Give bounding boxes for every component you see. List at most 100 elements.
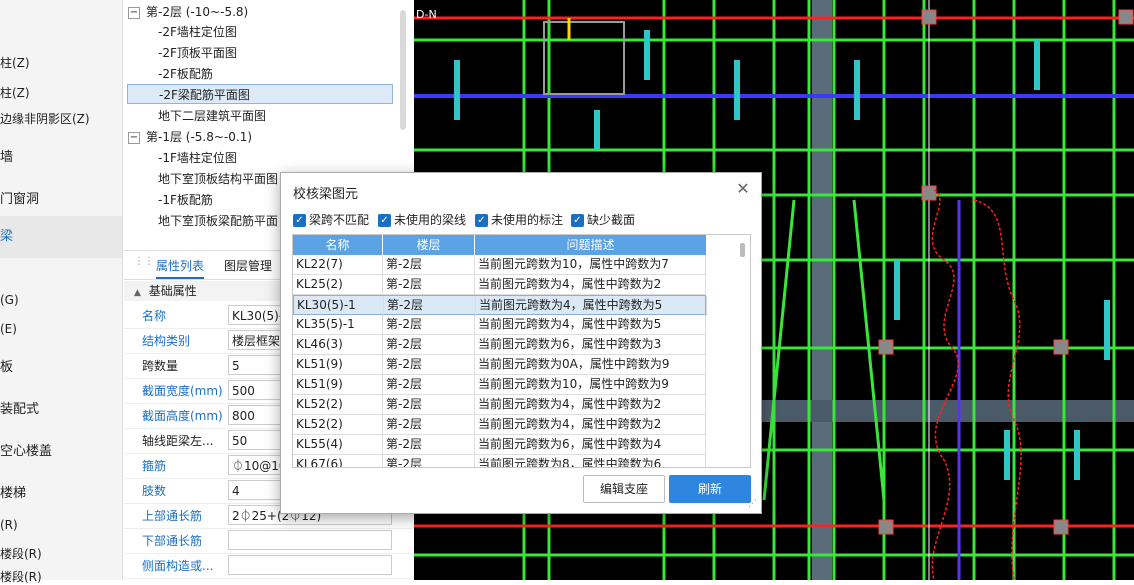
nav-item-slab[interactable]: 板 xyxy=(0,356,122,375)
table-scrollbar[interactable] xyxy=(740,243,745,257)
edit-support-button[interactable]: 编辑支座 xyxy=(583,475,665,503)
filter-missing-section[interactable]: ✓ 缺少截面 xyxy=(571,211,635,228)
filter-unused-annotations[interactable]: ✓ 未使用的标注 xyxy=(475,211,563,228)
tree-item-selected[interactable]: -2F梁配筋平面图 xyxy=(127,84,393,104)
nav-item-column[interactable]: 柱(Z) xyxy=(0,54,122,71)
checkbox-checked-icon[interactable]: ✓ xyxy=(378,214,391,227)
cell-description: 当前图元跨数为10，属性中跨数为9 xyxy=(475,375,706,395)
column-header-description[interactable]: 问题描述 xyxy=(475,235,706,255)
prop-label: 结构类别 xyxy=(142,334,191,348)
cell-name: KL52(2) xyxy=(293,395,383,415)
nav-item-beam[interactable]: 梁 xyxy=(0,216,122,258)
nav-item-prefab[interactable]: 装配式 xyxy=(0,398,122,417)
prop-label: 上部通长筋 xyxy=(142,509,203,523)
table-row[interactable]: KL52(2) 第-2层 当前图元跨数为4，属性中跨数为2 xyxy=(293,395,706,415)
table-row[interactable]: KL46(3) 第-2层 当前图元跨数为6，属性中跨数为3 xyxy=(293,335,706,355)
cell-floor: 第-2层 xyxy=(383,455,475,467)
prop-value-input[interactable] xyxy=(228,555,392,575)
nav-item-door-window[interactable]: 门窗洞 xyxy=(0,188,122,207)
cell-name: KL46(3) xyxy=(293,335,383,355)
table-row[interactable]: KL30(5)-1 第-2层 当前图元跨数为4，属性中跨数为5 xyxy=(293,295,707,316)
cell-description: 当前图元跨数为6，属性中跨数为4 xyxy=(475,435,706,455)
checkbox-checked-icon[interactable]: ✓ xyxy=(571,214,584,227)
tree-group-label: 第-2层 (-10~-5.8) xyxy=(146,5,249,19)
nav-item-wall[interactable]: 墙 xyxy=(0,146,122,165)
cell-floor: 第-2层 xyxy=(383,355,475,375)
refresh-button[interactable]: 刷新 xyxy=(669,475,751,503)
collapse-icon[interactable]: − xyxy=(128,6,140,19)
cell-description: 当前图元跨数为4，属性中跨数为2 xyxy=(475,415,706,435)
prop-value-input[interactable] xyxy=(228,530,392,550)
cell-description: 当前图元跨数为4，属性中跨数为5 xyxy=(476,296,707,316)
tab-layer-manager[interactable]: 图层管理 xyxy=(224,257,272,274)
prop-label: 截面宽度(mm) xyxy=(142,384,223,398)
tree-item[interactable]: -1F墙柱定位图 xyxy=(158,148,237,168)
close-icon[interactable]: ✕ xyxy=(733,179,753,199)
checkbox-checked-icon[interactable]: ✓ xyxy=(475,214,488,227)
nav-item-stair-section[interactable]: 楼段(R) xyxy=(0,545,122,562)
section-label: 基础属性 xyxy=(148,284,197,298)
cell-name: KL25(2) xyxy=(293,275,383,295)
filter-unused-beam-lines[interactable]: ✓ 未使用的梁线 xyxy=(378,211,466,228)
dialog-title: 校核梁图元 xyxy=(293,187,359,202)
filter-label: 缺少截面 xyxy=(587,213,636,227)
tree-item[interactable]: -2F顶板平面图 xyxy=(158,43,237,63)
column-header-name[interactable]: 名称 xyxy=(293,235,383,255)
collapse-icon[interactable]: − xyxy=(128,131,140,144)
tree-item[interactable]: 地下室顶板梁配筋平面 xyxy=(158,211,278,231)
tab-property-list[interactable]: 属性列表 xyxy=(156,257,205,279)
tree-item[interactable]: 地下二层建筑平面图 xyxy=(158,106,266,126)
nav-item-e[interactable]: (E) xyxy=(0,322,122,336)
filter-span-mismatch[interactable]: ✓ 梁跨不匹配 xyxy=(293,211,369,228)
table-row[interactable]: KL25(2) 第-2层 当前图元跨数为4，属性中跨数为2 xyxy=(293,275,706,295)
cad-axis-label: D-N xyxy=(416,8,437,21)
tree-item[interactable]: -2F板配筋 xyxy=(158,64,213,84)
table-row[interactable]: KL22(7) 第-2层 当前图元跨数为10，属性中跨数为7 xyxy=(293,255,706,275)
prop-label: 名称 xyxy=(142,309,167,323)
prop-label: 下部通长筋 xyxy=(142,534,203,548)
tree-item[interactable]: 地下室顶板结构平面图 xyxy=(158,169,278,189)
table-row[interactable]: KL51(9) 第-2层 当前图元跨数为0A，属性中跨数为9 xyxy=(293,355,706,375)
resize-grip-icon[interactable]: ⋰ xyxy=(748,500,757,509)
nav-item[interactable] xyxy=(0,0,122,20)
nav-item-column-2[interactable]: 柱(Z) xyxy=(0,84,122,101)
column-header-floor[interactable]: 楼层 xyxy=(383,235,475,255)
cell-floor: 第-2层 xyxy=(383,435,475,455)
cell-floor: 第-2层 xyxy=(383,395,475,415)
tree-item[interactable]: -2F墙柱定位图 xyxy=(158,22,237,42)
nav-item-stairs[interactable]: 楼梯 xyxy=(0,482,122,501)
table-row[interactable]: KL67(6) 第-2层 当前图元跨数为8，属性中跨数为6 xyxy=(293,455,706,467)
table-row[interactable]: KL55(4) 第-2层 当前图元跨数为6，属性中跨数为4 xyxy=(293,435,706,455)
tree-group-b2[interactable]: − 第-2层 (-10~-5.8) xyxy=(128,2,248,22)
tree-scrollbar[interactable] xyxy=(400,10,406,130)
cell-floor: 第-2层 xyxy=(383,315,475,335)
prop-label: 截面高度(mm) xyxy=(142,409,223,423)
table-header: 名称 楼层 问题描述 xyxy=(293,235,706,255)
checkbox-checked-icon[interactable]: ✓ xyxy=(293,214,306,227)
tree-item[interactable]: -1F板配筋 xyxy=(158,190,213,210)
tree-group-b1[interactable]: − 第-1层 (-5.8~-0.1) xyxy=(128,127,252,147)
table-row[interactable]: KL35(5)-1 第-2层 当前图元跨数为4，属性中跨数为5 xyxy=(293,315,706,335)
nav-item-g[interactable]: (G) xyxy=(0,293,122,307)
prop-label: 肢数 xyxy=(142,484,167,498)
cell-description: 当前图元跨数为4，属性中跨数为2 xyxy=(475,395,706,415)
cell-name: KL52(2) xyxy=(293,415,383,435)
cell-floor: 第-2层 xyxy=(383,255,475,275)
cell-floor: 第-2层 xyxy=(384,296,476,316)
drag-handle-icon[interactable]: ⋮⋮ xyxy=(134,257,154,271)
nav-item-edge-zone[interactable]: 边缘非阴影区(Z) xyxy=(0,110,122,127)
cell-name: KL51(9) xyxy=(293,355,383,375)
prop-label: 箍筋 xyxy=(142,459,167,473)
filter-label: 未使用的标注 xyxy=(491,213,564,227)
table-row[interactable]: KL52(2) 第-2层 当前图元跨数为4，属性中跨数为2 xyxy=(293,415,706,435)
table-row[interactable]: KL51(9) 第-2层 当前图元跨数为10，属性中跨数为9 xyxy=(293,375,706,395)
prop-label: 轴线距梁左... xyxy=(142,434,214,448)
cell-floor: 第-2层 xyxy=(383,375,475,395)
nav-item-stair-section-2[interactable]: 楼段(R) xyxy=(0,568,122,585)
filter-label: 未使用的梁线 xyxy=(394,213,467,227)
cell-name: KL30(5)-1 xyxy=(294,296,384,316)
nav-item-r[interactable]: (R) xyxy=(0,518,122,532)
cell-floor: 第-2层 xyxy=(383,275,475,295)
cell-name: KL55(4) xyxy=(293,435,383,455)
nav-item-hollow-floor[interactable]: 空心楼盖 xyxy=(0,440,122,459)
